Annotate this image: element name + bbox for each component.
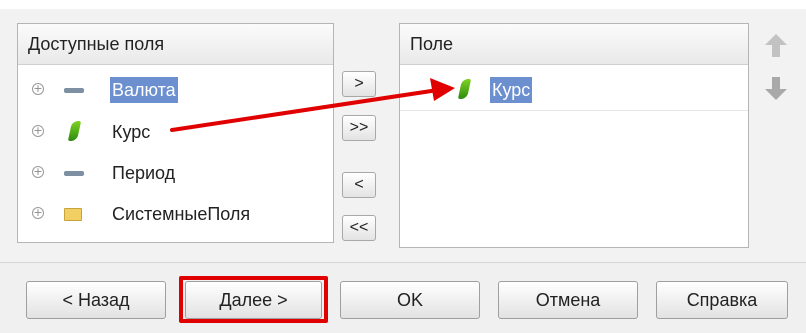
field-row-system-fields[interactable]: + СистемныеПоля [18,196,333,234]
selected-field-row-rate[interactable]: Курс [400,72,748,111]
expand-icon[interactable]: + [32,125,44,137]
field-row-period[interactable]: + Период [18,155,333,193]
field-label-currency: Валюта [110,77,178,103]
add-all-fields-button[interactable]: >> [342,115,376,141]
field-label-rate: Курс [112,122,151,142]
ok-button[interactable]: OK [340,281,480,319]
help-button[interactable]: Справка [656,281,788,319]
field-label-system-fields: СистемныеПоля [112,204,251,224]
dash-icon [64,88,84,93]
back-button[interactable]: < Назад [26,281,166,319]
selected-field-label-rate: Курс [490,77,533,103]
cancel-button[interactable]: Отмена [498,281,638,319]
selected-fields-header: Поле [400,24,748,65]
folder-icon [64,208,82,221]
move-down-icon[interactable] [764,75,788,101]
top-strip [0,0,806,9]
available-fields-panel[interactable]: Доступные поля + Валюта + Курс + Период … [17,23,334,243]
add-field-button[interactable]: > [342,71,376,97]
remove-all-fields-button[interactable]: << [342,215,376,241]
available-fields-header: Доступные поля [18,24,333,65]
dash-icon [64,171,84,176]
field-row-rate[interactable]: + Курс [18,114,333,152]
expand-icon[interactable]: + [32,166,44,178]
field-row-currency[interactable]: + Валюта [18,72,333,110]
next-button[interactable]: Далее > [185,281,322,319]
expand-icon[interactable]: + [32,207,44,219]
leaf-icon [457,79,472,99]
leaf-icon [67,121,82,141]
field-label-period: Период [112,163,176,183]
expand-icon[interactable]: + [32,83,44,95]
reorder-controls [758,33,794,113]
remove-field-button[interactable]: < [342,172,376,198]
move-up-icon[interactable] [764,33,788,59]
selected-fields-panel[interactable]: Поле Курс [399,23,749,248]
